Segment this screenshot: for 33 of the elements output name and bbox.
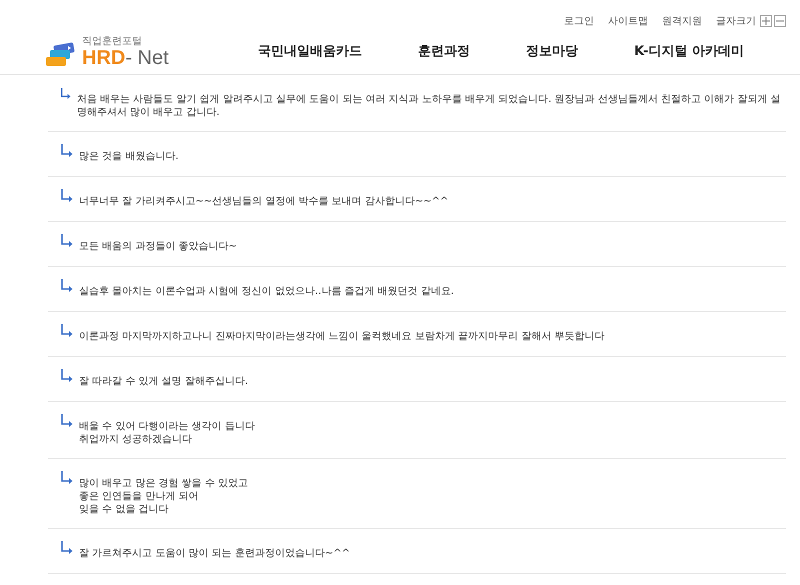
comment-text: 모든 배움의 과정들이 좋았습니다~ <box>79 240 237 253</box>
reply-arrow-icon <box>60 234 73 247</box>
comment-text: 잘 가르쳐주시고 도움이 많이 되는 훈련과정이었습니다~^^ <box>79 547 350 560</box>
comment-text: 많이 배우고 많은 경험 쌓을 수 있었고 좋은 인연들을 만나게 되어 잊을 수 없을 겁니다 <box>79 477 248 516</box>
comment-text: 배울 수 있어 다행이라는 생각이 듭니다 취업까지 성공하겠습니다 <box>79 420 255 446</box>
reply-arrow-icon <box>60 144 73 157</box>
reply-arrow-icon <box>60 541 73 554</box>
utility-link[interactable]: 원격지원 <box>662 14 702 28</box>
nav-item[interactable]: 훈련과정 <box>418 42 470 60</box>
comment-text: 너무너무 잘 가리켜주시고~~선생님들의 열정에 박수를 보내며 감사합니다~~^^ <box>79 195 448 208</box>
reply-arrow-icon <box>60 87 71 100</box>
reply-arrow-icon <box>60 471 73 484</box>
comment-text: 많은 것을 배웠습니다. <box>79 150 179 163</box>
utility-link[interactable]: 로그인 <box>564 14 594 28</box>
reply-arrow-icon <box>60 279 73 292</box>
comment-text: 이론과정 마지막까지하고나니 진짜마지막이라는생각에 느낌이 울컥했네요 보람차게 끝까지마무리 잘해서 뿌듯합니다 <box>79 330 604 343</box>
nav-item[interactable]: 정보마당 <box>526 42 578 60</box>
comment-text: 실습후 몰아치는 이론수업과 시험에 정신이 없었으나..나름 즐겁게 배웠던것 같네요. <box>79 285 454 298</box>
plus-icon <box>762 17 770 25</box>
font-size-label: 글자크기 <box>716 15 756 28</box>
font-increase-button[interactable] <box>760 15 772 27</box>
logo-tagline: 직업훈련포털 <box>82 35 143 48</box>
comment-text: 처음 배우는 사람들도 알기 쉽게 알려주시고 실무에 도움이 되는 여러 지식과 노하우를 배우게 되었습니다. 원장님과 선생님들께서 친절하고 이해가 잘되게 설명해주셔서 많이 배우고 갑니다. <box>76 93 782 119</box>
nav-item[interactable]: K-디지털 아카데미 <box>634 42 744 60</box>
reply-arrow-icon <box>60 369 73 382</box>
reply-arrow-icon <box>60 324 73 337</box>
nav-item[interactable]: 국민내일배움카드 <box>258 42 362 60</box>
comment-text: 잘 따라갈 수 있게 설명 잘해주십니다. <box>79 375 248 388</box>
utility-link[interactable]: 사이트맵 <box>608 14 648 28</box>
font-decrease-button[interactable] <box>774 15 786 27</box>
reply-arrow-icon <box>60 189 73 202</box>
reply-arrow-icon <box>60 414 73 427</box>
logo-wordmark: HRD- Net <box>82 48 169 68</box>
